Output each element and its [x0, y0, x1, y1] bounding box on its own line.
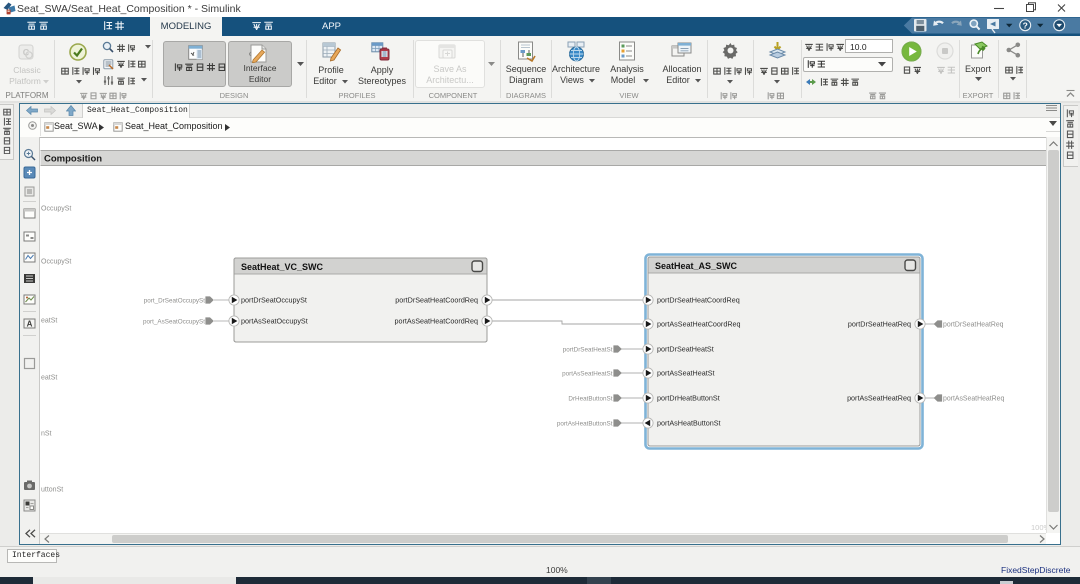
- svg-text:portAsSeatOccupySt: portAsSeatOccupySt: [241, 317, 308, 326]
- svg-text:SeatHeat_AS_SWC: SeatHeat_AS_SWC: [655, 261, 738, 271]
- svg-text:OccupySt: OccupySt: [41, 206, 71, 213]
- svg-text:portAsSeatHeatReq: portAsSeatHeatReq: [943, 396, 1004, 403]
- svg-text:eatSt: eatSt: [41, 318, 57, 325]
- svg-text:portAsSeatHeatCoordReq: portAsSeatHeatCoordReq: [657, 320, 741, 329]
- svg-text:nSt: nSt: [41, 431, 52, 438]
- svg-text:uttonSt: uttonSt: [41, 487, 63, 494]
- svg-text:portDrSeatOccupySt: portDrSeatOccupySt: [241, 296, 307, 305]
- svg-text:eatSt: eatSt: [41, 375, 57, 382]
- svg-text:portDrSeatHeatSt: portDrSeatHeatSt: [563, 347, 613, 354]
- svg-text:portAsSeatHeatCoordReq: portAsSeatHeatCoordReq: [394, 317, 478, 326]
- svg-text:port_AsSeatOccupySt: port_AsSeatOccupySt: [143, 319, 205, 326]
- svg-text:Composition: Composition: [44, 154, 102, 165]
- svg-text:SeatHeat_VC_SWC: SeatHeat_VC_SWC: [241, 262, 324, 272]
- svg-text:port_DrSeatOccupySt: port_DrSeatOccupySt: [144, 298, 205, 305]
- svg-text:portDrSeatHeatReq: portDrSeatHeatReq: [848, 320, 911, 329]
- svg-text:DrHeatButtonSt: DrHeatButtonSt: [568, 396, 612, 403]
- svg-text:portDrSeatHeatCoordReq: portDrSeatHeatCoordReq: [657, 296, 740, 305]
- svg-text:portAsSeatHeatSt: portAsSeatHeatSt: [562, 371, 613, 378]
- svg-text:portAsSeatHeatReq: portAsSeatHeatReq: [847, 394, 911, 403]
- svg-text:portDrHeatButtonSt: portDrHeatButtonSt: [657, 394, 720, 403]
- svg-text:OccupySt: OccupySt: [41, 259, 71, 266]
- svg-text:portAsHeatButtonSt: portAsHeatButtonSt: [657, 419, 721, 428]
- svg-text:portAsSeatHeatSt: portAsSeatHeatSt: [657, 369, 715, 378]
- svg-text:portAsHeatButtonSt: portAsHeatButtonSt: [557, 421, 613, 428]
- svg-text:portDrSeatHeatCoordReq: portDrSeatHeatCoordReq: [395, 296, 478, 305]
- svg-text:portDrSeatHeatReq: portDrSeatHeatReq: [943, 322, 1004, 329]
- svg-text:portDrSeatHeatSt: portDrSeatHeatSt: [657, 345, 714, 354]
